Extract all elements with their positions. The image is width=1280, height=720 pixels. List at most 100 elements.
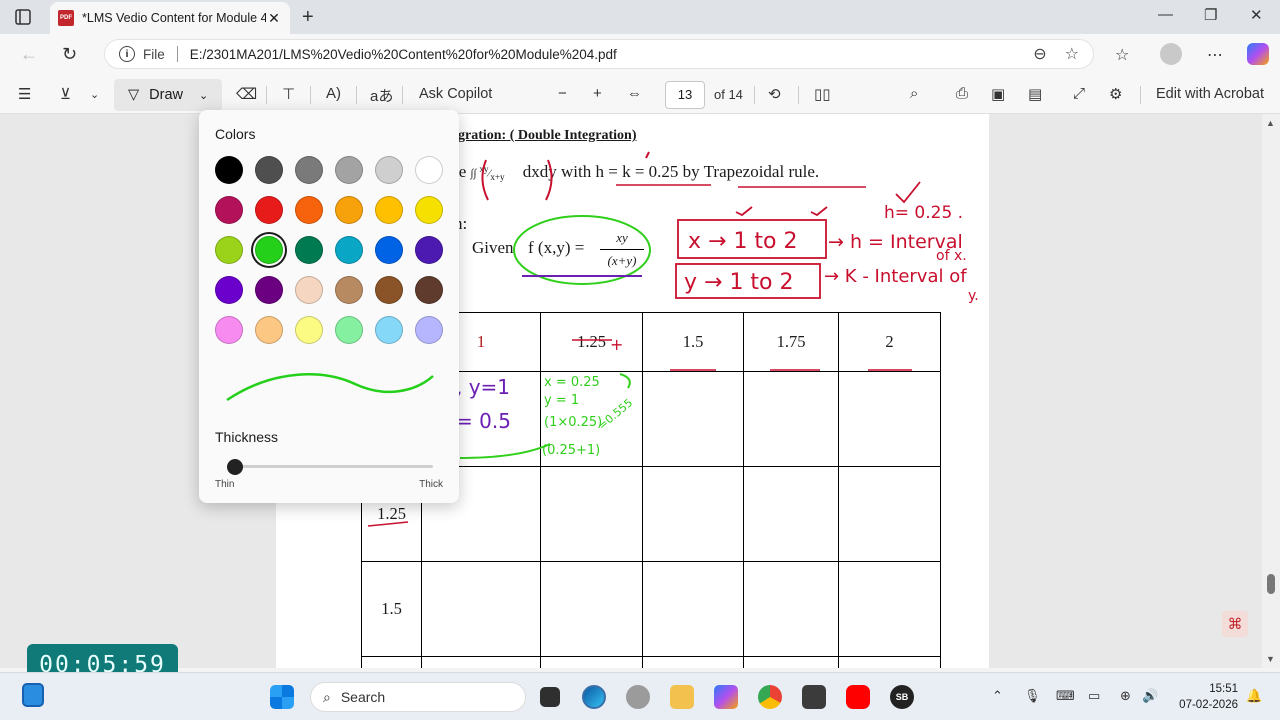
tab-active[interactable]: PDF *LMS Vedio Content for Module 4 ✕ [50, 2, 290, 34]
sb-app-icon[interactable]: SB [890, 685, 914, 709]
settings-gear-icon[interactable]: ⚙ [1109, 85, 1122, 103]
color-swatch[interactable] [215, 316, 243, 344]
color-swatch[interactable] [255, 156, 283, 184]
save-as-icon[interactable]: ▤ [1028, 85, 1042, 103]
eraser-icon[interactable]: ⌫ [236, 85, 257, 103]
color-swatch[interactable] [335, 196, 363, 224]
color-swatch[interactable] [335, 236, 363, 264]
color-swatch[interactable] [295, 316, 323, 344]
system-clock[interactable]: 15:51 07-02-2026 [1174, 681, 1238, 713]
network-icon[interactable]: ⊕ [1120, 688, 1131, 704]
scroll-up-icon[interactable]: ▲ [1266, 118, 1275, 128]
window-close-icon[interactable]: ✕ [1250, 6, 1263, 24]
document-viewport[interactable]: gration: ( Double Integration) te ∫∫ xy⁄… [0, 114, 1262, 668]
minimize-icon[interactable]: — [1158, 6, 1173, 23]
page-number-input[interactable]: 13 [665, 81, 705, 109]
copilot-app-icon[interactable] [714, 685, 738, 709]
save-icon[interactable]: ▣ [991, 85, 1005, 103]
slider-knob[interactable] [227, 459, 243, 475]
color-swatch[interactable] [335, 316, 363, 344]
color-swatch[interactable] [375, 316, 403, 344]
color-swatch[interactable] [375, 196, 403, 224]
microphone-icon[interactable]: 🎙 [1024, 688, 1041, 704]
fullscreen-icon[interactable]: ⤢ [1073, 85, 1085, 102]
file-explorer-icon[interactable] [670, 685, 694, 709]
color-swatch[interactable] [215, 156, 243, 184]
color-swatch[interactable] [295, 196, 323, 224]
profile-avatar[interactable] [1160, 43, 1182, 65]
camera-app-icon[interactable] [626, 685, 650, 709]
notifications-icon[interactable]: 🔔 [1246, 688, 1262, 704]
tab-close-icon[interactable]: ✕ [266, 10, 282, 27]
task-view-icon[interactable] [540, 687, 560, 707]
thickness-slider[interactable] [215, 459, 443, 475]
color-swatch[interactable] [415, 196, 443, 224]
color-swatch[interactable] [255, 316, 283, 344]
print-icon[interactable]: ⎙ [956, 85, 968, 102]
color-swatch[interactable] [375, 276, 403, 304]
color-swatch[interactable] [375, 156, 403, 184]
color-swatch[interactable] [255, 276, 283, 304]
zoom-out-icon[interactable]: − [558, 85, 567, 102]
color-swatch[interactable] [415, 156, 443, 184]
keyboard-icon[interactable]: ⌨ [1056, 688, 1075, 704]
color-swatch[interactable] [295, 276, 323, 304]
color-swatch[interactable] [255, 196, 283, 224]
rotate-icon[interactable]: ⟲ [768, 85, 781, 103]
chrome-icon[interactable] [758, 685, 782, 709]
acrobat-icon[interactable]: ⌘ [1222, 611, 1248, 637]
color-swatch[interactable] [415, 276, 443, 304]
info-icon[interactable]: i [119, 46, 135, 62]
tray-overflow-icon[interactable]: ⌃ [992, 688, 1003, 704]
color-swatch[interactable] [215, 236, 243, 264]
fit-page-icon[interactable]: ⇔ [627, 85, 642, 102]
youtube-icon[interactable] [846, 685, 870, 709]
color-swatch[interactable] [335, 156, 363, 184]
ask-copilot-button[interactable]: Ask Copilot [419, 86, 492, 102]
text-box-icon[interactable]: ⊤ [282, 85, 295, 103]
draw-button[interactable]: ▽ Draw ⌄ [114, 79, 222, 111]
translate-icon[interactable]: aあ [370, 85, 393, 106]
contents-icon[interactable]: ☰ [18, 85, 31, 103]
search-icon[interactable]: ⌕ [910, 85, 918, 102]
new-tab-icon[interactable]: + [302, 6, 314, 29]
draw-dropdown-icon[interactable]: ⌄ [199, 89, 208, 102]
restore-icon[interactable]: ❐ [1204, 6, 1217, 24]
color-swatch[interactable] [415, 236, 443, 264]
color-swatch[interactable] [415, 316, 443, 344]
zoom-icon[interactable]: ⊖ [1033, 44, 1046, 64]
back-icon[interactable]: ← [20, 44, 38, 65]
color-swatch[interactable] [215, 196, 243, 224]
highlight-dropdown-icon[interactable]: ⌄ [90, 88, 99, 101]
color-swatch[interactable] [215, 276, 243, 304]
sidebar-toggle-icon[interactable] [14, 8, 32, 26]
start-windows-icon[interactable] [270, 685, 294, 709]
remote-desktop-icon[interactable] [802, 685, 826, 709]
display-icon[interactable]: ▭ [1088, 688, 1100, 704]
edit-with-acrobat-button[interactable]: Edit with Acrobat [1156, 86, 1264, 102]
zoom-in-icon[interactable]: + [593, 85, 602, 102]
copilot-icon[interactable] [1247, 43, 1269, 65]
color-swatch[interactable] [295, 236, 323, 264]
url-text[interactable]: E:/2301MA201/LMS%20Vedio%20Content%20for… [190, 47, 1015, 62]
favorite-star-icon[interactable]: ☆ [1065, 44, 1079, 64]
page-view-icon[interactable]: ▯▯ [814, 85, 831, 103]
highlight-icon[interactable]: ⊻ [60, 85, 71, 103]
taskbar-search[interactable]: ⌕ Search [310, 682, 526, 712]
scroll-thumb[interactable] [1267, 574, 1275, 594]
color-swatch[interactable] [255, 236, 283, 264]
address-bar[interactable]: i File E:/2301MA201/LMS%20Vedio%20Conten… [104, 39, 1094, 69]
widgets-icon[interactable] [22, 683, 44, 707]
slider-track[interactable] [227, 465, 433, 468]
color-swatch[interactable] [335, 276, 363, 304]
scroll-down-icon[interactable]: ▼ [1266, 654, 1275, 664]
favorites-icon[interactable]: ☆ [1115, 45, 1129, 65]
color-swatch[interactable] [295, 156, 323, 184]
edge-browser-icon[interactable] [582, 685, 606, 709]
more-menu-icon[interactable]: ⋯ [1207, 45, 1223, 65]
refresh-icon[interactable]: ↻ [62, 44, 77, 65]
vertical-scrollbar[interactable]: ▲ ▼ [1262, 114, 1280, 668]
volume-icon[interactable]: 🔊 [1142, 688, 1158, 704]
color-swatch[interactable] [375, 236, 403, 264]
read-aloud-icon[interactable]: A) [326, 85, 341, 102]
